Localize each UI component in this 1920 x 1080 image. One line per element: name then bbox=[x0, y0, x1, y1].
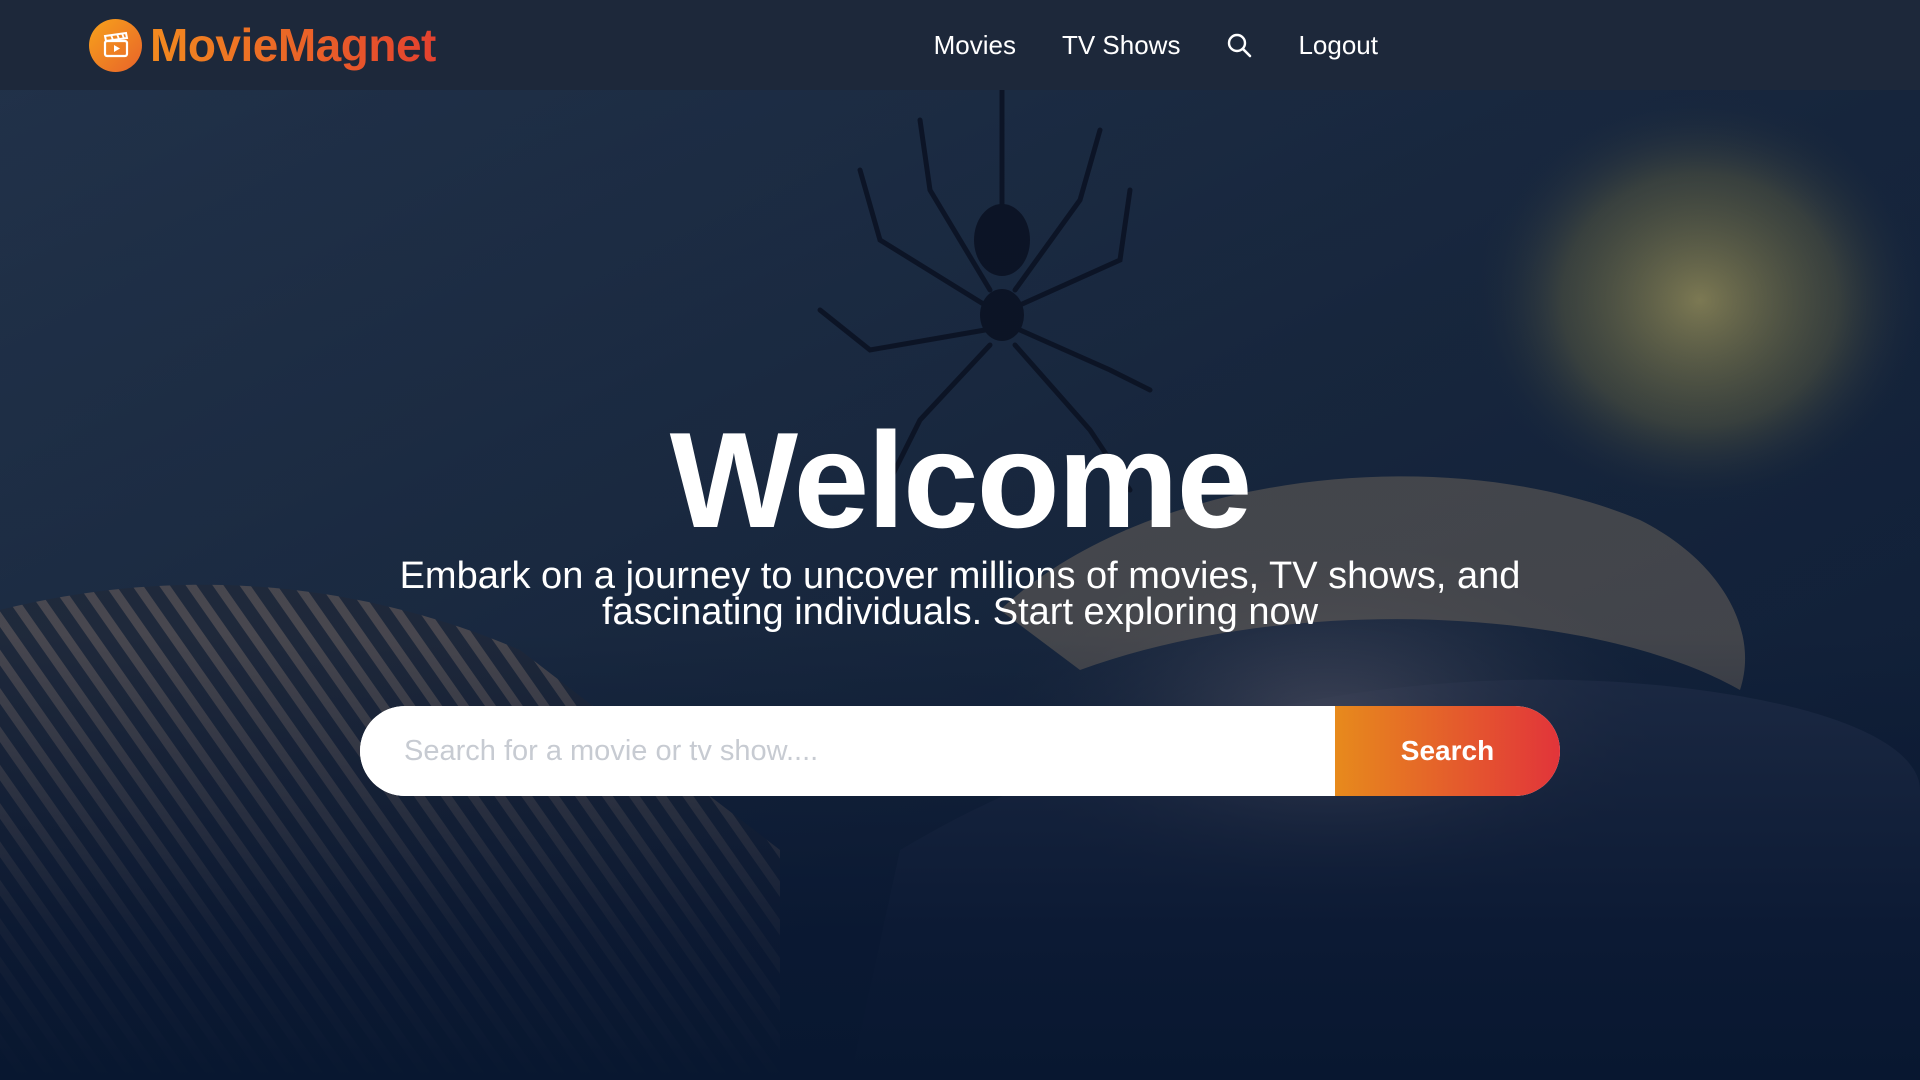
hero-search-form: Search bbox=[360, 706, 1560, 796]
hero-search-input[interactable] bbox=[360, 706, 1335, 796]
nav-logout[interactable]: Logout bbox=[1298, 30, 1378, 61]
nav-tv-shows[interactable]: TV Shows bbox=[1062, 30, 1181, 61]
search-icon[interactable] bbox=[1226, 32, 1252, 58]
main-nav: Movies TV Shows Logout bbox=[934, 30, 1378, 61]
hero-section: Welcome Embark on a journey to uncover m… bbox=[0, 90, 1920, 1080]
hero-subtitle: Embark on a journey to uncover millions … bbox=[399, 555, 1521, 633]
brand-name: MovieMagnet bbox=[150, 19, 436, 71]
hero-search-button[interactable]: Search bbox=[1335, 706, 1560, 796]
top-nav-bar: MovieMagnet Movies TV Shows Logout bbox=[0, 0, 1920, 90]
hero-title: Welcome bbox=[669, 404, 1253, 556]
brand-logo-link[interactable]: MovieMagnet bbox=[89, 18, 436, 72]
nav-movies[interactable]: Movies bbox=[934, 30, 1016, 61]
page: MovieMagnet Movies TV Shows Logout Welco… bbox=[0, 0, 1920, 1080]
clapperboard-play-icon bbox=[89, 18, 142, 72]
hero-content: Welcome Embark on a journey to uncover m… bbox=[0, 90, 1920, 1080]
